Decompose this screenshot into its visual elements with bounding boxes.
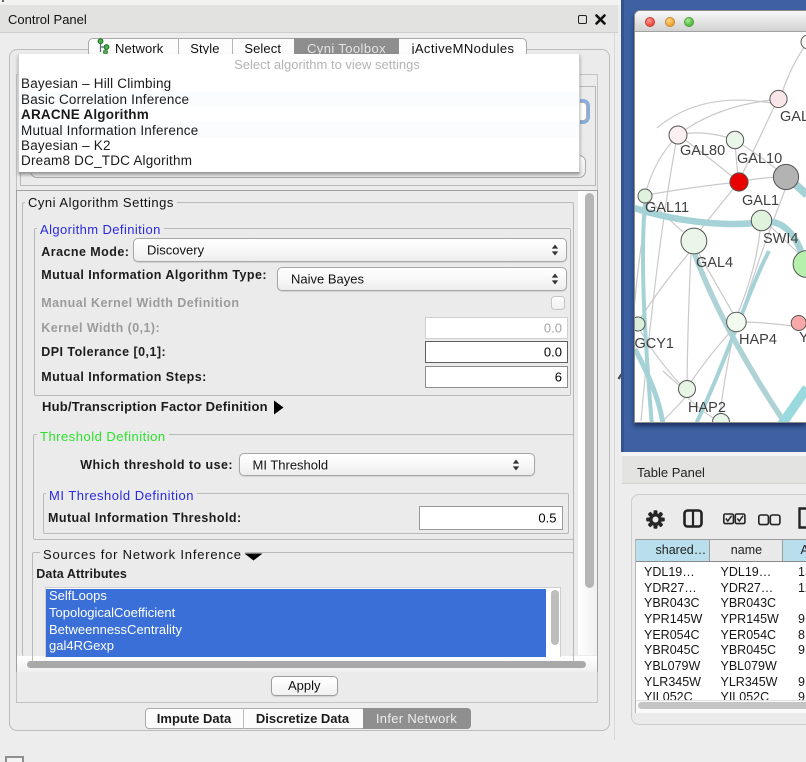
svg-text:GAL7: GAL7 xyxy=(780,109,806,125)
svg-text:GAL80: GAL80 xyxy=(680,143,725,159)
svg-text:HAP4: HAP4 xyxy=(739,332,777,348)
svg-text:GAL1: GAL1 xyxy=(742,193,779,209)
svg-text:GAL11: GAL11 xyxy=(645,200,689,216)
svg-text:Y: Y xyxy=(799,330,806,346)
svg-text:GAL4: GAL4 xyxy=(696,255,733,271)
svg-text:HAP2: HAP2 xyxy=(688,400,726,416)
svg-text:SWI4: SWI4 xyxy=(763,231,798,247)
svg-text:GCY1: GCY1 xyxy=(635,336,674,352)
svg-text:GAL10: GAL10 xyxy=(737,151,782,167)
